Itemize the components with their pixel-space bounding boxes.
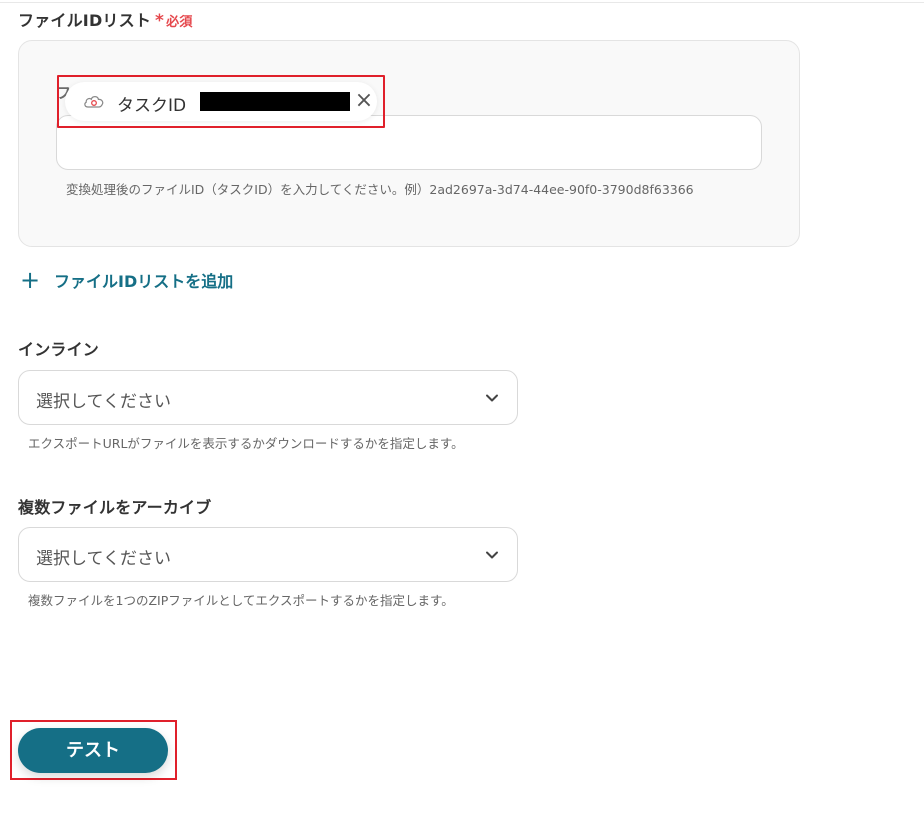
file-id-hint: 変換処理後のファイルID（タスクID）を入力してください。例）2ad2697a-… (66, 182, 694, 197)
add-file-id-list-label: ファイルIDリストを追加 (54, 272, 234, 291)
archive-title: 複数ファイルをアーカイブ (18, 498, 212, 517)
top-divider (0, 0, 924, 3)
inline-select-value: 選択してください (36, 392, 171, 412)
archive-select-value: 選択してください (36, 549, 171, 569)
required-badge: 必須 (166, 15, 193, 30)
file-id-list-title: ファイルIDリスト * 必須 (18, 7, 193, 31)
cloud-icon (84, 96, 104, 108)
plus-icon: + (20, 266, 41, 294)
task-id-chip[interactable]: タスクID × (65, 82, 377, 121)
chevron-down-icon (486, 394, 498, 402)
inline-hint: エクスポートURLがファイルを表示するかダウンロードするかを指定します。 (28, 436, 464, 451)
archive-select[interactable]: 選択してください (18, 527, 518, 582)
add-file-id-list-button[interactable]: + ファイルIDリストを追加 (20, 268, 233, 292)
chevron-down-icon (486, 551, 498, 559)
close-icon[interactable]: × (353, 89, 375, 113)
test-button[interactable]: テスト (18, 728, 168, 773)
redacted-block (200, 92, 350, 111)
archive-hint: 複数ファイルを1つのZIPファイルとしてエクスポートするかを指定します。 (28, 593, 454, 608)
file-id-list-panel: ファイルID*必須 変換処理後のファイルID（タスクID）を入力してください。例… (18, 40, 800, 247)
inline-title: インライン (18, 340, 100, 359)
settings-form: ファイルIDリスト*必須 ファイルID*必須 変換処理後のファイルID（タスクI… (0, 0, 924, 813)
inline-select[interactable]: 選択してください (18, 370, 518, 425)
chip-label: タスクID (117, 96, 187, 116)
file-id-list-title-text: ファイルIDリスト (18, 11, 152, 30)
required-star: * (155, 11, 165, 31)
